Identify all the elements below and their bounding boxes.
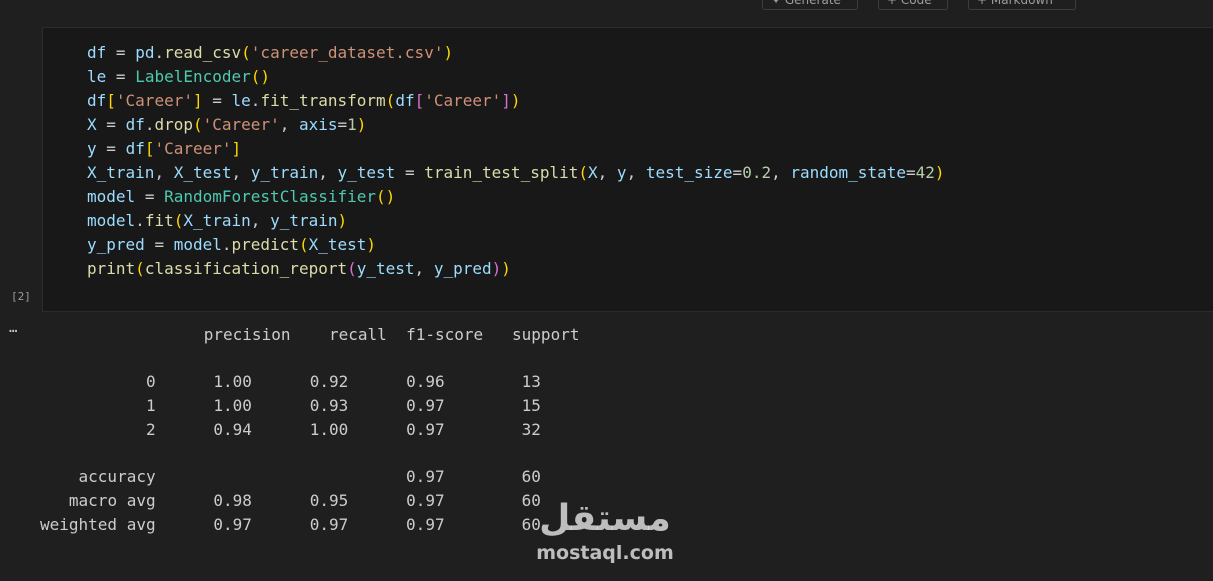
report-row: accuracy 0.97 60 — [40, 465, 579, 489]
report-cell: 1 — [145, 396, 156, 416]
code-line: df['Career'] = le.fit_transform(df['Care… — [87, 91, 521, 110]
report-cell: weighted avg — [40, 514, 156, 534]
report-cell: 1.00 — [213, 372, 252, 392]
report-cell: 0.92 — [309, 372, 349, 392]
report-cell: 0 — [145, 372, 156, 392]
report-blank-line — [40, 442, 579, 466]
report-row: macro avg 0.98 0.95 0.97 60 — [40, 489, 579, 513]
watermark-latin-text: mostaql.com — [536, 542, 674, 564]
report-cell: macro avg — [68, 490, 156, 510]
code-line: model.fit(X_train, y_train) — [87, 211, 348, 230]
report-cell: 1.00 — [213, 396, 252, 416]
report-cell: 0.93 — [309, 396, 349, 416]
code-line: model = RandomForestClassifier() — [87, 187, 396, 206]
code-editor[interactable]: df = pd.read_csv('career_dataset.csv')le… — [87, 41, 945, 281]
code-line: X = df.drop('Career', axis=1) — [87, 115, 367, 134]
code-line: le = LabelEncoder() — [87, 67, 271, 86]
report-cell: 0.97 — [406, 419, 445, 439]
report-cell: 0.97 — [213, 514, 252, 534]
report-cell: 0.95 — [309, 490, 349, 510]
report-cell: 15 — [521, 396, 541, 416]
add-markdown-cell-button[interactable]: + Markdown — [968, 0, 1076, 10]
report-cell: 2 — [145, 419, 156, 439]
report-cell: accuracy — [78, 467, 156, 487]
report-cell: 1.00 — [309, 419, 349, 439]
report-header: precision recall f1-score support — [40, 323, 580, 347]
add-code-cell-button[interactable]: + Code — [878, 0, 948, 10]
cell-output: precision recall f1-score support 0 1.00… — [40, 323, 579, 536]
report-cell: precision — [203, 325, 291, 344]
report-row: 2 0.94 1.00 0.97 32 — [40, 418, 579, 442]
report-row: weighted avg 0.97 0.97 0.97 60 — [40, 513, 579, 537]
notebook-toolbar: ✦ Generate + Code + Markdown — [0, 0, 1213, 12]
report-cell: f1-score — [406, 325, 484, 344]
code-line: y_pred = model.predict(X_test) — [87, 235, 377, 254]
report-cell: 60 — [521, 467, 541, 487]
report-row: 0 1.00 0.92 0.96 13 — [40, 370, 579, 394]
watermark-arabic-text: مستقل — [539, 498, 671, 539]
report-cell: 0.97 — [406, 514, 445, 534]
code-line: y = df['Career'] — [87, 139, 242, 158]
report-cell: 0.97 — [406, 490, 445, 510]
report-cell: recall — [329, 325, 387, 344]
report-row: 1 1.00 0.93 0.97 15 — [40, 394, 579, 418]
report-cell: 13 — [521, 372, 541, 392]
report-cell: 0.98 — [213, 490, 252, 510]
report-cell: 32 — [521, 419, 541, 439]
report-cell: 0.97 — [406, 467, 445, 487]
report-cell: 0.97 — [309, 514, 349, 534]
report-cell: 0.96 — [406, 372, 445, 392]
code-line: print(classification_report(y_test, y_pr… — [87, 259, 511, 278]
report-cell: 0.97 — [406, 396, 445, 416]
mostaql-watermark-logo: مستقل mostaql.com — [530, 498, 690, 570]
code-line: X_train, X_test, y_train, y_test = train… — [87, 163, 945, 182]
generate-button[interactable]: ✦ Generate — [762, 0, 858, 10]
report-blank-line — [40, 347, 579, 371]
code-line: df = pd.read_csv('career_dataset.csv') — [87, 43, 454, 62]
report-cell: 0.94 — [213, 419, 252, 439]
execution-count: [2] — [11, 290, 31, 303]
output-more-actions-icon[interactable]: … — [9, 320, 18, 336]
report-cell: support — [512, 325, 580, 344]
